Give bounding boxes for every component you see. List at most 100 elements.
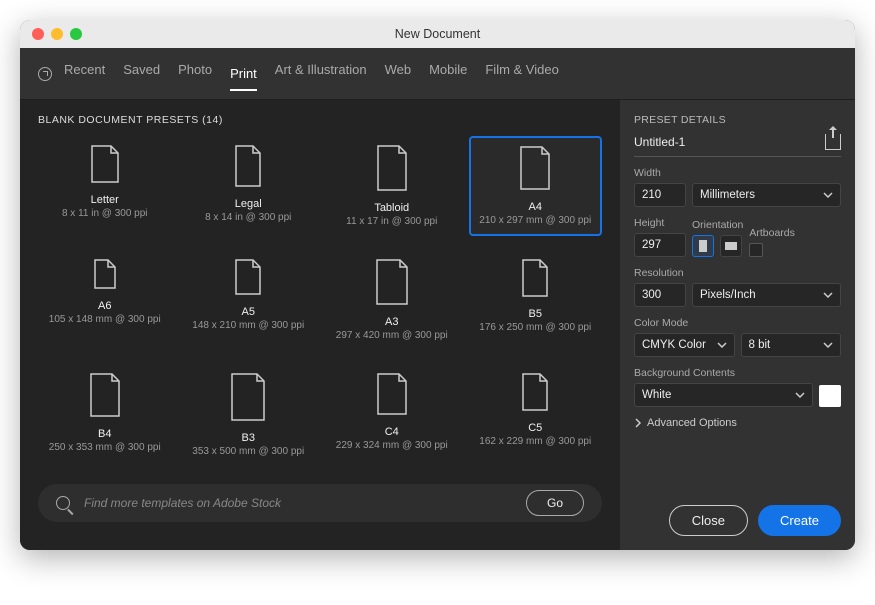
preset-a4[interactable]: A4 210 x 297 mm @ 300 ppi	[469, 136, 603, 236]
window-controls	[20, 28, 82, 40]
preset-dimensions: 353 x 500 mm @ 300 ppi	[192, 446, 304, 457]
tab-saved[interactable]: Saved	[123, 62, 160, 85]
preset-b3[interactable]: B3 353 x 500 mm @ 300 ppi	[182, 364, 316, 466]
preset-dimensions: 210 x 297 mm @ 300 ppi	[479, 215, 591, 226]
category-tabs: Recent Saved Photo Print Art & Illustration W…	[20, 48, 855, 100]
background-color-swatch[interactable]	[819, 385, 841, 407]
preset-dimensions: 297 x 420 mm @ 300 ppi	[336, 330, 448, 341]
preset-dimensions: 8 x 11 in @ 300 ppi	[62, 208, 148, 219]
preset-dimensions: 8 x 14 in @ 300 ppi	[205, 212, 291, 223]
zoom-window-icon[interactable]	[70, 28, 82, 40]
page-icon	[522, 259, 548, 302]
details-title: PRESET DETAILS	[634, 114, 841, 126]
stock-search-input[interactable]: Find more templates on Adobe Stock	[84, 496, 512, 510]
preset-name: C4	[385, 426, 399, 438]
page-icon	[520, 146, 550, 195]
preset-c4[interactable]: C4 229 x 324 mm @ 300 ppi	[325, 364, 459, 466]
stock-search-bar: Find more templates on Adobe Stock Go	[38, 484, 602, 522]
preset-a5[interactable]: A5 148 x 210 mm @ 300 ppi	[182, 250, 316, 350]
height-label: Height	[634, 217, 686, 229]
width-input[interactable]	[634, 183, 686, 207]
minimize-window-icon[interactable]	[51, 28, 63, 40]
page-icon	[91, 145, 119, 188]
page-icon	[377, 373, 407, 420]
preset-letter[interactable]: Letter 8 x 11 in @ 300 ppi	[38, 136, 172, 236]
artboards-checkbox[interactable]	[749, 243, 763, 257]
presets-section-title: BLANK DOCUMENT PRESETS (14)	[38, 114, 602, 126]
page-icon	[377, 145, 407, 196]
preset-dimensions: 11 x 17 in @ 300 ppi	[346, 216, 437, 227]
background-select[interactable]: White	[634, 383, 813, 407]
tab-photo[interactable]: Photo	[178, 62, 212, 85]
preset-c5[interactable]: C5 162 x 229 mm @ 300 ppi	[469, 364, 603, 466]
color-mode-value: CMYK Color	[642, 339, 706, 351]
go-button[interactable]: Go	[526, 490, 584, 516]
page-icon	[235, 145, 261, 192]
create-button[interactable]: Create	[758, 505, 841, 536]
tab-film-video[interactable]: Film & Video	[485, 62, 558, 85]
preset-name: A5	[242, 306, 255, 318]
window-title: New Document	[20, 27, 855, 41]
background-label: Background Contents	[634, 367, 841, 379]
presets-grid: Letter 8 x 11 in @ 300 ppi Legal 8 x 14 …	[38, 136, 602, 466]
preset-name: B4	[98, 428, 111, 440]
tab-print[interactable]: Print	[230, 66, 257, 91]
preset-name: A3	[385, 316, 398, 328]
chevron-down-icon	[823, 342, 833, 348]
tab-recent[interactable]: Recent	[64, 62, 105, 85]
chevron-down-icon	[795, 392, 805, 398]
preset-dimensions: 176 x 250 mm @ 300 ppi	[479, 322, 591, 333]
preset-name: Tabloid	[374, 202, 409, 214]
close-button[interactable]: Close	[669, 505, 748, 536]
resolution-unit-select[interactable]: Pixels/Inch	[692, 283, 841, 307]
color-depth-select[interactable]: 8 bit	[741, 333, 842, 357]
preset-b4[interactable]: B4 250 x 353 mm @ 300 ppi	[38, 364, 172, 466]
preset-name: C5	[528, 422, 542, 434]
preset-name: Legal	[235, 198, 262, 210]
page-icon	[376, 259, 408, 310]
color-depth-value: 8 bit	[749, 339, 771, 351]
close-window-icon[interactable]	[32, 28, 44, 40]
resolution-input[interactable]	[634, 283, 686, 307]
preset-name: B3	[242, 432, 255, 444]
height-input[interactable]	[634, 233, 686, 257]
search-icon	[56, 496, 70, 510]
document-name-input[interactable]: Untitled-1	[634, 135, 685, 149]
new-document-window: New Document Recent Saved Photo Print Art & …	[20, 20, 855, 550]
preset-name: Letter	[91, 194, 119, 206]
tab-web[interactable]: Web	[385, 62, 412, 85]
preset-details-panel: PRESET DETAILS Untitled-1 Width Millimet…	[620, 100, 855, 550]
preset-a3[interactable]: A3 297 x 420 mm @ 300 ppi	[325, 250, 459, 350]
artboards-label: Artboards	[749, 227, 795, 239]
resolution-unit-value: Pixels/Inch	[700, 289, 756, 301]
preset-dimensions: 162 x 229 mm @ 300 ppi	[479, 436, 591, 447]
page-icon	[235, 259, 261, 300]
presets-panel: BLANK DOCUMENT PRESETS (14) Letter 8 x 1…	[20, 100, 620, 550]
page-icon	[90, 373, 120, 422]
chevron-down-icon	[717, 342, 727, 348]
tab-art-illustration[interactable]: Art & Illustration	[275, 62, 367, 85]
color-mode-label: Color Mode	[634, 317, 841, 329]
advanced-options-label: Advanced Options	[647, 417, 737, 429]
page-icon	[522, 373, 548, 416]
color-mode-select[interactable]: CMYK Color	[634, 333, 735, 357]
preset-dimensions: 105 x 148 mm @ 300 ppi	[49, 314, 161, 325]
unit-value: Millimeters	[700, 189, 755, 201]
orientation-landscape-button[interactable]	[720, 235, 742, 257]
orientation-label: Orientation	[692, 219, 743, 231]
unit-select[interactable]: Millimeters	[692, 183, 841, 207]
preset-dimensions: 148 x 210 mm @ 300 ppi	[192, 320, 304, 331]
preset-dimensions: 250 x 353 mm @ 300 ppi	[49, 442, 161, 453]
titlebar: New Document	[20, 20, 855, 48]
preset-legal[interactable]: Legal 8 x 14 in @ 300 ppi	[182, 136, 316, 236]
save-preset-icon[interactable]	[825, 134, 841, 150]
preset-name: A6	[98, 300, 111, 312]
advanced-options-toggle[interactable]: Advanced Options	[634, 417, 841, 429]
preset-a6[interactable]: A6 105 x 148 mm @ 300 ppi	[38, 250, 172, 350]
orientation-portrait-button[interactable]	[692, 235, 714, 257]
tab-mobile[interactable]: Mobile	[429, 62, 467, 85]
preset-name: A4	[529, 201, 542, 213]
page-icon	[94, 259, 116, 294]
preset-b5[interactable]: B5 176 x 250 mm @ 300 ppi	[469, 250, 603, 350]
preset-tabloid[interactable]: Tabloid 11 x 17 in @ 300 ppi	[325, 136, 459, 236]
